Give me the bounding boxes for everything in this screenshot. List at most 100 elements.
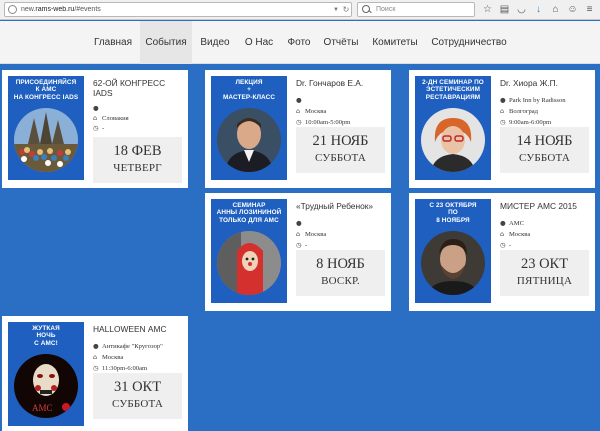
poster-photo-woman: [421, 108, 485, 172]
event-poster[interactable]: ЖУТКАЯ НОЧЬ С АМС! АМС: [8, 322, 84, 426]
event-place: ●: [93, 104, 187, 112]
home-icon: ⌂: [93, 114, 98, 122]
event-title[interactable]: Dr. Хиора Ж.П.: [500, 78, 592, 89]
event-card[interactable]: ПРИСОЕДИНЯЙСЯ К АМС НА КОНГРЕСС IADS 62-…: [2, 70, 188, 188]
event-poster[interactable]: ПРИСОЕДИНЯЙСЯ К АМС НА КОНГРЕСС IADS: [8, 76, 84, 180]
event-date-box: 18 ФЕВ ЧЕТВЕРГ: [93, 137, 182, 183]
event-date-box: 21 НОЯБ СУББОТА: [296, 127, 385, 173]
dropdown-arrow-icon[interactable]: ▼: [331, 7, 341, 13]
event-date-box: 14 НОЯБ СУББОТА: [500, 127, 589, 173]
clock-icon: ◷: [296, 118, 302, 126]
event-card[interactable]: 2-ДН СЕМИНАР ПО ЭСТЕТИЧЕСКИМ РЕСТАВРАЦИЯ…: [409, 70, 595, 188]
event-date: 8 НОЯБ: [316, 256, 365, 272]
search-icon: [361, 4, 373, 16]
home-icon: ⌂: [296, 107, 301, 115]
map-marker-icon: ●: [500, 219, 506, 227]
event-time: ◷ -: [296, 241, 308, 249]
event-date: 18 ФЕВ: [113, 143, 162, 159]
search-input[interactable]: Поиск: [357, 2, 475, 17]
event-poster[interactable]: 2-ДН СЕМИНАР ПО ЭСТЕТИЧЕСКИМ РЕСТАВРАЦИЯ…: [415, 76, 491, 180]
nav-home[interactable]: Главная: [90, 21, 136, 64]
event-date: 21 НОЯБ: [312, 133, 369, 149]
refresh-icon[interactable]: ↻: [341, 5, 351, 14]
clock-icon: ◷: [296, 241, 302, 249]
event-weekday: СУББОТА: [315, 152, 366, 164]
event-card[interactable]: С 23 ОКТЯБРЯ ПО 8 НОЯБРЯ МИСТЕР АМС 2015…: [409, 193, 595, 311]
poster-photo-child: [217, 231, 281, 295]
event-city: ⌂ Москва: [296, 230, 327, 238]
event-weekday: ПЯТНИЦА: [516, 275, 573, 287]
event-poster[interactable]: СЕМИНАР АННЫ ЛОЗИНИНОЙ ТОЛЬКО ДЛЯ АМС: [211, 199, 287, 303]
event-weekday: СУББОТА: [519, 152, 570, 164]
home-icon: ⌂: [500, 107, 505, 115]
url-text: new.rams-web.ru/#events: [21, 6, 101, 13]
menu-icon[interactable]: ≡: [583, 3, 596, 16]
event-place: ● Антикафе "Кругозор": [93, 342, 163, 350]
home-icon[interactable]: ⌂: [549, 3, 562, 16]
poster-photo-man: [217, 108, 281, 172]
event-card[interactable]: СЕМИНАР АННЫ ЛОЗИНИНОЙ ТОЛЬКО ДЛЯ АМС «Т…: [205, 193, 391, 311]
event-title[interactable]: Dr. Гончаров Е.А.: [296, 78, 388, 89]
clock-icon: ◷: [500, 118, 506, 126]
event-city: ⌂ Москва: [500, 230, 531, 238]
event-date: 31 ОКТ: [113, 379, 162, 395]
nav-about[interactable]: О Нас: [240, 21, 278, 64]
event-city: ⌂ Москва: [296, 107, 327, 115]
event-time: ◷ 9:00am-6:00pm: [500, 118, 552, 126]
chat-icon[interactable]: ☺: [566, 3, 579, 16]
poster-logo: АМС: [32, 403, 53, 413]
map-marker-icon: ●: [296, 96, 302, 104]
event-place: ● Park Inn by Radisson: [500, 96, 566, 104]
event-city: ⌂ Словакия: [93, 114, 129, 122]
nav-committees[interactable]: Комитеты: [369, 21, 421, 64]
nav-partnership[interactable]: Сотрудничество: [430, 21, 508, 64]
event-time: ◷ 11:30pm-6:00am: [93, 364, 148, 372]
library-icon[interactable]: ▤: [498, 3, 511, 16]
event-title[interactable]: HALLOWEEN АМС: [93, 324, 185, 335]
event-date-box: 23 ОКТ ПЯТНИЦА: [500, 250, 589, 296]
nav-video[interactable]: Видео: [197, 21, 233, 64]
clock-icon: ◷: [93, 364, 99, 372]
download-icon[interactable]: ↓: [532, 3, 545, 16]
event-weekday: СУББОТА: [112, 398, 163, 410]
clock-icon: ◷: [500, 241, 506, 249]
event-poster[interactable]: С 23 ОКТЯБРЯ ПО 8 НОЯБРЯ: [415, 199, 491, 303]
event-place: ●: [296, 219, 390, 227]
nav-events[interactable]: События: [140, 21, 192, 64]
nav-photo[interactable]: Фото: [284, 21, 314, 64]
event-time: ◷ -: [93, 124, 105, 132]
home-icon: ⌂: [93, 353, 98, 361]
poster-photo-mask: АМС: [14, 354, 78, 418]
browser-toolbar: new.rams-web.ru/#events ▼ ↻ Поиск ☆ ▤ ◡ …: [0, 0, 600, 20]
map-marker-icon: ●: [296, 219, 302, 227]
event-title[interactable]: «Трудный Ребенок»: [296, 201, 388, 212]
home-icon: ⌂: [500, 230, 505, 238]
event-city: ⌂ Волгоград: [500, 107, 539, 115]
address-bar[interactable]: new.rams-web.ru/#events ▼ ↻: [4, 2, 352, 17]
globe-icon: [8, 5, 17, 14]
event-date: 23 ОКТ: [520, 256, 569, 272]
event-place: ● АМС: [500, 219, 525, 227]
event-time: ◷ 10:00am-5:00pm: [296, 118, 351, 126]
event-weekday: ЧЕТВЕРГ: [113, 162, 162, 174]
event-time: ◷ -: [500, 241, 512, 249]
event-date-box: 8 НОЯБ ВОСКР.: [296, 250, 385, 296]
event-card[interactable]: ЖУТКАЯ НОЧЬ С АМС! АМС HALLOWEEN АМС ● Ан…: [2, 316, 188, 431]
event-title[interactable]: МИСТЕР АМС 2015: [500, 201, 592, 212]
star-icon[interactable]: ☆: [481, 3, 494, 16]
event-poster[interactable]: ЛЕКЦИЯ + МАСТЕР-КЛАСС: [211, 76, 287, 180]
map-marker-icon: ●: [93, 104, 99, 112]
event-weekday: ВОСКР.: [321, 275, 360, 287]
home-icon: ⌂: [296, 230, 301, 238]
poster-photo-man: [421, 231, 485, 295]
map-marker-icon: ●: [93, 342, 99, 350]
site-nav: Главная События Видео О Нас Фото Отчёты …: [0, 21, 600, 64]
event-card[interactable]: ЛЕКЦИЯ + МАСТЕР-КЛАСС Dr. Гончаров Е.А. …: [205, 70, 391, 188]
map-marker-icon: ●: [500, 96, 506, 104]
pocket-icon[interactable]: ◡: [515, 3, 528, 16]
event-city: ⌂ Москва: [93, 353, 124, 361]
event-place: ●: [296, 96, 390, 104]
search-placeholder: Поиск: [376, 6, 396, 13]
nav-reports[interactable]: Отчёты: [321, 21, 361, 64]
event-title[interactable]: 62-ОЙ КОНГРЕСС IADS: [93, 78, 185, 98]
